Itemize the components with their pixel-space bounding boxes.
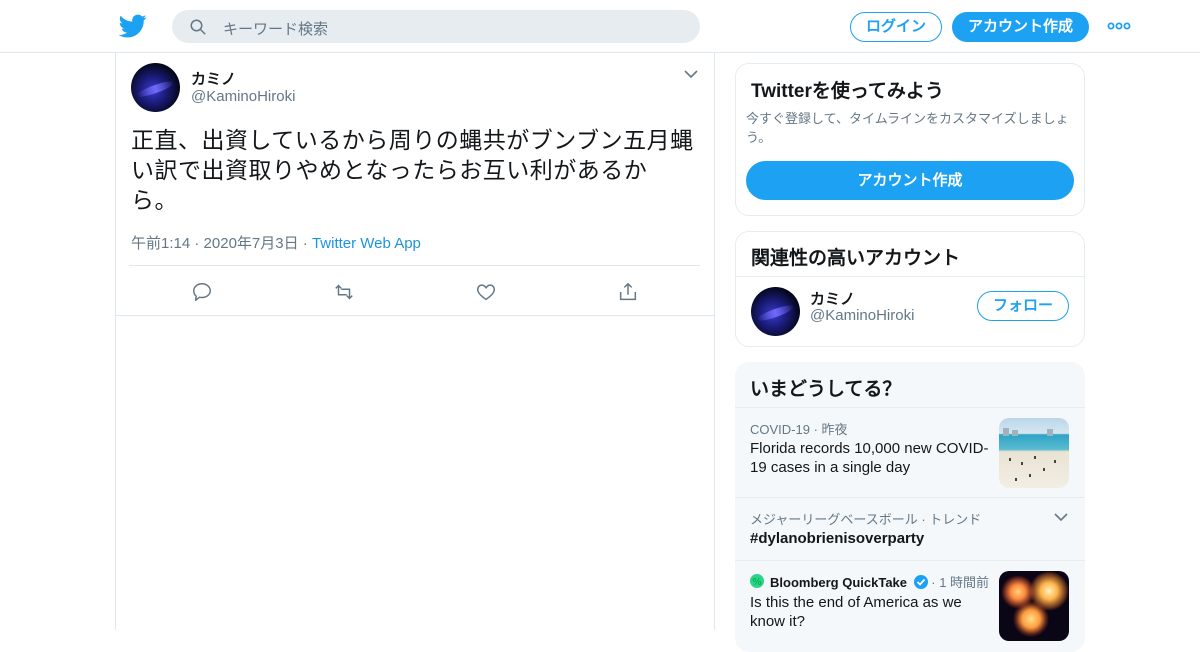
trend-item[interactable]: % Bloomberg QuickTake · 1 時間前 Is this th… xyxy=(735,560,1085,652)
divider xyxy=(736,276,1084,277)
like-icon[interactable] xyxy=(475,281,497,303)
divider xyxy=(129,265,700,266)
trends-card: いまどうしてる？ COVID-19 · 昨夜 Florida records 1… xyxy=(735,362,1085,652)
meta-separator: · xyxy=(194,235,204,252)
search-input[interactable]: キーワード検索 xyxy=(223,18,328,39)
trend-headline-line: Is this the end of America as we xyxy=(750,594,962,611)
signup-card-title: Twitterを使ってみよう xyxy=(751,81,944,102)
tweet-meta: 午前1:14 · 2020年7月3日 · Twitter Web App xyxy=(131,232,421,253)
trend-headline: Florida records 10,000 new COVID- 19 cas… xyxy=(750,439,995,477)
meta-separator: · xyxy=(302,235,312,252)
tweet-text-line: い訳で出資取りやめとなったらお互い利があるか xyxy=(131,157,648,183)
twitter-bird-icon[interactable] xyxy=(119,12,147,40)
trend-meta: メジャーリーグベースボール · トレンド xyxy=(750,509,981,528)
tweet-text-line: ら。 xyxy=(131,187,178,213)
related-accounts-card: 関連性の高いアカウント カミノ @KaminoHiroki フォロー xyxy=(735,231,1085,347)
verified-badge-icon xyxy=(913,575,928,589)
tweet-date[interactable]: 2020年7月3日 xyxy=(204,235,299,252)
trend-time: 昨夜 xyxy=(821,422,848,437)
tweet-text: 正直、出資しているから周りの蝿共がブンブン五月蝿 い訳で出資取りやめとなったらお… xyxy=(131,125,701,215)
trend-headline-line: know it? xyxy=(750,613,806,630)
top-header: キーワード検索 ログイン アカウント作成 xyxy=(0,0,1200,53)
bloomberg-quicktake-icon: % xyxy=(750,574,764,588)
trend-item[interactable]: メジャーリーグベースボール · トレンド #dylanobrienisoverp… xyxy=(735,497,1085,561)
trend-meta: Bloomberg QuickTake · 1 時間前 xyxy=(770,572,989,591)
signup-card-button[interactable]: アカウント作成 xyxy=(746,161,1074,200)
related-accounts-title: 関連性の高いアカウント xyxy=(751,248,961,269)
tweet-author-name[interactable]: カミノ xyxy=(191,68,236,89)
trend-headline: Is this the end of America as we know it… xyxy=(750,593,995,631)
trend-category: メジャーリーグベースボール xyxy=(750,512,918,527)
trend-headline-line: Florida records 10,000 new COVID- xyxy=(750,440,989,457)
chevron-down-icon[interactable] xyxy=(1054,512,1068,522)
tweet-text-line: 正直、出資しているから周りの蝿共がブンブン五月蝿 xyxy=(131,127,694,153)
related-account-handle[interactable]: @KaminoHiroki xyxy=(810,307,914,324)
tweet-source[interactable]: Twitter Web App xyxy=(312,235,421,252)
svg-text:%: % xyxy=(752,577,762,588)
avatar[interactable] xyxy=(131,63,180,112)
trend-source-name[interactable]: Bloomberg QuickTake xyxy=(770,575,907,590)
signup-card-subtitle: 今すぐ登録して、タイムラインをカスタマイズしましょう。 xyxy=(746,111,1069,145)
share-icon[interactable] xyxy=(617,281,639,303)
retweet-icon[interactable] xyxy=(333,281,355,303)
trend-thumbnail[interactable] xyxy=(999,571,1069,641)
tweet-column: カミノ @KaminoHiroki 正直、出資しているから周りの蝿共がブンブン五… xyxy=(115,53,715,630)
trend-thumbnail[interactable] xyxy=(999,418,1069,488)
trend-time: 1 時間前 xyxy=(939,575,990,590)
divider xyxy=(116,315,714,316)
meta-separator: · xyxy=(813,422,822,437)
trend-category: COVID-19 xyxy=(750,422,810,437)
signup-card: Twitterを使ってみよう 今すぐ登録して、タイムラインをカスタマイズしましょ… xyxy=(735,63,1085,216)
tweet-author-handle[interactable]: @KaminoHiroki xyxy=(191,88,295,105)
trend-time: トレンド xyxy=(929,512,982,527)
trend-headline: #dylanobrienisoverparty xyxy=(750,530,925,547)
related-account-name[interactable]: カミノ xyxy=(810,288,855,309)
more-options-icon[interactable] xyxy=(1107,17,1131,35)
trend-meta: COVID-19 · 昨夜 xyxy=(750,419,848,438)
tweet-time[interactable]: 午前1:14 xyxy=(131,235,190,252)
follow-button[interactable]: フォロー xyxy=(977,291,1069,321)
reply-icon[interactable] xyxy=(191,281,213,303)
signup-button[interactable]: アカウント作成 xyxy=(952,12,1089,42)
login-button[interactable]: ログイン xyxy=(850,12,942,42)
avatar[interactable] xyxy=(751,287,800,336)
trend-headline-line: 19 cases in a single day xyxy=(750,459,911,476)
trend-item[interactable]: COVID-19 · 昨夜 Florida records 10,000 new… xyxy=(735,407,1085,498)
search-icon xyxy=(190,19,206,35)
chevron-down-icon[interactable] xyxy=(684,69,698,79)
trends-title: いまどうしてる？ xyxy=(750,379,902,400)
search-box[interactable]: キーワード検索 xyxy=(172,10,700,43)
